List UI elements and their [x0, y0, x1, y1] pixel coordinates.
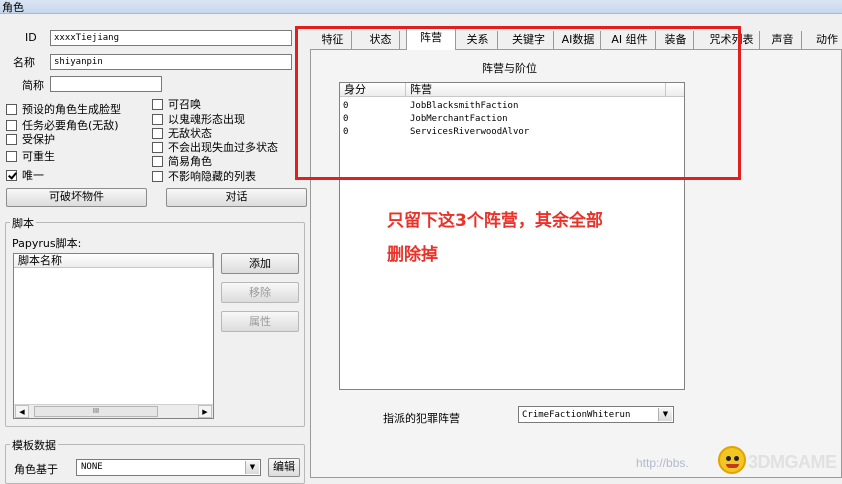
- checkbox-essential[interactable]: 任务必要角色(无敌): [6, 119, 119, 132]
- template-group-title: 模板数据: [10, 437, 58, 453]
- checkbox-label: 不影响隐藏的列表: [168, 170, 256, 183]
- checkbox-label: 唯一: [22, 169, 44, 182]
- highlight-box: [295, 26, 741, 180]
- checkbox-label: 受保护: [22, 133, 55, 146]
- watermark-url: http://bbs.: [636, 456, 689, 470]
- remove-script-button[interactable]: 移除: [221, 282, 299, 303]
- scroll-right-icon[interactable]: ▶: [198, 405, 212, 418]
- short-name-label: 简称: [22, 79, 44, 92]
- based-on-select[interactable]: NONE ▼: [76, 459, 261, 476]
- checkbox-label: 预设的角色生成脸型: [22, 103, 121, 116]
- checkbox-summonable[interactable]: 可召唤: [152, 98, 201, 111]
- name-label: 名称: [13, 56, 35, 69]
- window-title: 角色: [2, 1, 24, 14]
- add-script-button[interactable]: 添加: [221, 253, 299, 274]
- short-name-field[interactable]: [50, 76, 162, 92]
- checkbox-label: 不会出现失血过多状态: [168, 141, 278, 154]
- checkbox-label: 简易角色: [168, 155, 212, 168]
- checkbox-label: 可召唤: [168, 98, 201, 111]
- checkbox-invulnerable[interactable]: 无敌状态: [152, 127, 212, 140]
- checkbox-box[interactable]: [152, 98, 163, 110]
- scroll-thumb[interactable]: III: [34, 406, 158, 417]
- checkbox-box[interactable]: [6, 133, 17, 145]
- edit-template-button[interactable]: 编辑: [268, 458, 300, 477]
- script-list[interactable]: 脚本名称 ◀ III ▶: [13, 253, 214, 419]
- tab-animation[interactable]: 动作: [812, 31, 842, 49]
- checkbox-label: 可重生: [22, 150, 55, 163]
- checkbox-label: 以鬼魂形态出现: [168, 113, 245, 126]
- checkbox-label: 无敌状态: [168, 127, 212, 140]
- checkbox-box[interactable]: [6, 119, 17, 131]
- papyrus-label: Papyrus脚本:: [12, 237, 82, 250]
- checkbox-label: 任务必要角色(无敌): [22, 119, 119, 132]
- chevron-down-icon[interactable]: ▼: [245, 461, 259, 474]
- title-bar: 角色: [0, 0, 842, 14]
- annotation-line-2: 删除掉: [387, 245, 438, 265]
- script-list-hscrollbar[interactable]: ◀ III ▶: [14, 404, 213, 418]
- checkbox-box[interactable]: [6, 103, 17, 115]
- checkbox-box[interactable]: [152, 113, 163, 125]
- dialogue-button[interactable]: 对话: [166, 188, 307, 207]
- based-on-label: 角色基于: [14, 463, 58, 476]
- checkbox-simple-actor[interactable]: 简易角色: [152, 155, 212, 168]
- watermark-brand: 3DMGAME: [748, 452, 837, 472]
- chevron-down-icon[interactable]: ▼: [658, 408, 672, 421]
- checkbox-preset-face[interactable]: 预设的角色生成脸型: [6, 103, 121, 116]
- checkbox-box[interactable]: [152, 127, 163, 139]
- crime-faction-label: 指派的犯罪阵营: [383, 412, 460, 425]
- checkbox-hidden-list[interactable]: 不影响隐藏的列表: [152, 170, 256, 183]
- crime-faction-value: CrimeFactionWhiterun: [522, 410, 631, 420]
- checkbox-box[interactable]: [152, 170, 163, 182]
- checkbox-box-checked[interactable]: [6, 169, 17, 181]
- checkbox-no-bleedout[interactable]: 不会出现失血过多状态: [152, 141, 278, 154]
- watermark-logo-icon: [718, 446, 746, 474]
- checkbox-protected[interactable]: 受保护: [6, 133, 55, 146]
- tab-sounds[interactable]: 声音: [764, 31, 802, 49]
- checkbox-unique[interactable]: 唯一: [6, 169, 44, 182]
- crime-faction-select[interactable]: CrimeFactionWhiterun ▼: [518, 406, 674, 423]
- checkbox-respawn[interactable]: 可重生: [6, 150, 55, 163]
- id-label: ID: [25, 31, 37, 44]
- scroll-left-icon[interactable]: ◀: [15, 405, 29, 418]
- checkbox-box[interactable]: [152, 141, 163, 153]
- checkbox-ghost[interactable]: 以鬼魂形态出现: [152, 113, 245, 126]
- checkbox-box[interactable]: [152, 155, 163, 167]
- name-field[interactable]: shiyanpin: [50, 54, 292, 70]
- properties-button[interactable]: 属性: [221, 311, 299, 332]
- annotation-line-1: 只留下这3个阵营，其余全部: [387, 211, 603, 231]
- script-group-title: 脚本: [10, 215, 36, 231]
- id-field[interactable]: xxxxTiejiang: [50, 30, 292, 46]
- based-on-value: NONE: [81, 462, 103, 472]
- destructible-button[interactable]: 可破坏物件: [6, 188, 147, 207]
- script-name-column-header[interactable]: 脚本名称: [14, 254, 213, 268]
- checkbox-box[interactable]: [6, 150, 17, 162]
